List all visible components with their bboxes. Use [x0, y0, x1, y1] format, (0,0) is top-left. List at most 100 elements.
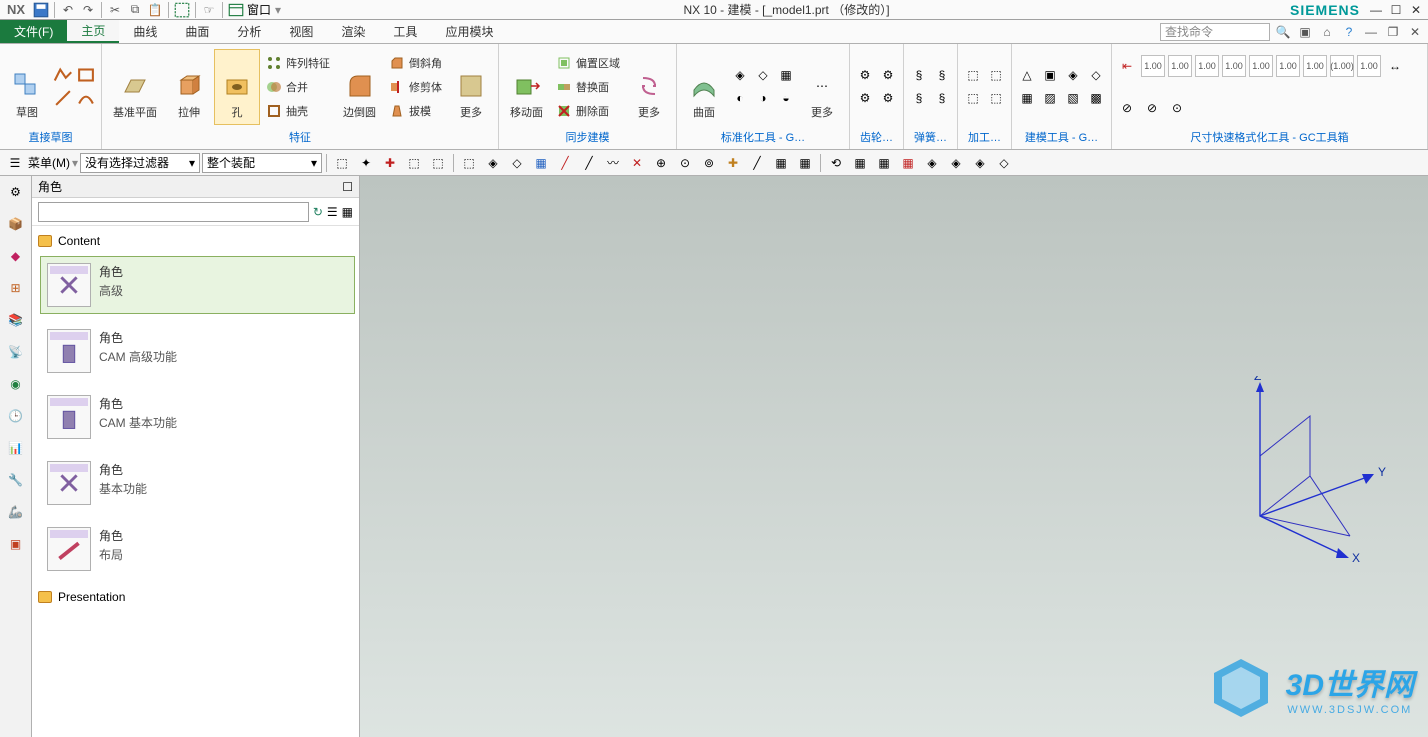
- surf-ico1[interactable]: ◈: [729, 64, 751, 86]
- touch-icon[interactable]: ☞: [200, 1, 218, 19]
- spring-ico4[interactable]: §: [931, 87, 953, 109]
- spring-ico2[interactable]: §: [931, 64, 953, 86]
- sync-more-button[interactable]: 更多: [626, 49, 672, 125]
- save-icon[interactable]: [32, 1, 50, 19]
- sel-ico3[interactable]: ✚: [379, 152, 401, 174]
- dim-val-2[interactable]: 1.00: [1168, 55, 1192, 77]
- line-icon[interactable]: [52, 87, 74, 109]
- filter-combo[interactable]: 没有选择过滤器▾: [80, 153, 200, 173]
- mt-ico3[interactable]: ◈: [1062, 64, 1084, 86]
- gear-ico4[interactable]: ⚙: [877, 87, 899, 109]
- gear-ico1[interactable]: ⚙: [854, 64, 876, 86]
- window-icon[interactable]: [227, 1, 245, 19]
- dim-ico5[interactable]: ⊙: [1166, 97, 1188, 119]
- role-item-layout[interactable]: 角色布局: [40, 520, 355, 578]
- tab-surface[interactable]: 曲面: [171, 20, 223, 43]
- history-icon[interactable]: 🕒: [4, 404, 28, 428]
- mdi-close-icon[interactable]: ✕: [1406, 23, 1424, 41]
- sel-ico6[interactable]: ⬚: [458, 152, 480, 174]
- edge-blend-button[interactable]: 边倒圆: [336, 49, 383, 125]
- help-icon[interactable]: ?: [1340, 23, 1358, 41]
- sel-ico19[interactable]: ▦: [770, 152, 792, 174]
- layout-icon[interactable]: ▣: [1296, 23, 1314, 41]
- sel-ico14[interactable]: ⊕: [650, 152, 672, 174]
- mt-ico7[interactable]: ▧: [1062, 87, 1084, 109]
- dim-val-7[interactable]: 1.00: [1303, 55, 1327, 77]
- tab-render[interactable]: 渲染: [327, 20, 379, 43]
- dim-val-8[interactable]: (1.00): [1330, 55, 1354, 77]
- dim-ico3[interactable]: ⊘: [1116, 97, 1138, 119]
- mdi-minimize-icon[interactable]: —: [1362, 23, 1380, 41]
- role-item-advanced[interactable]: 角色高级: [40, 256, 355, 314]
- role-item-basic[interactable]: 角色基本功能: [40, 454, 355, 512]
- view-ico2[interactable]: ▦: [849, 152, 871, 174]
- tab-home[interactable]: 主页: [67, 20, 119, 43]
- sel-ico15[interactable]: ⊙: [674, 152, 696, 174]
- layout-nav-icon[interactable]: ▣: [4, 532, 28, 556]
- cut-icon[interactable]: ✂: [106, 1, 124, 19]
- spring-ico1[interactable]: §: [908, 64, 930, 86]
- gear-icon[interactable]: ⚙: [4, 180, 28, 204]
- role-item-cam-advanced[interactable]: 角色CAM 高级功能: [40, 322, 355, 380]
- datum-plane-button[interactable]: 基准平面: [106, 49, 164, 125]
- combine-button[interactable]: 合并: [262, 76, 334, 98]
- redo-icon[interactable]: ↷: [79, 1, 97, 19]
- tab-tools[interactable]: 工具: [379, 20, 431, 43]
- sel-ico5[interactable]: ⬚: [427, 152, 449, 174]
- system-icon[interactable]: 🔧: [4, 468, 28, 492]
- menu-icon[interactable]: ☰: [4, 152, 26, 174]
- sel-ico11[interactable]: ╱: [578, 152, 600, 174]
- surf-ico4[interactable]: ◐: [729, 87, 751, 109]
- dim-val-3[interactable]: 1.00: [1195, 55, 1219, 77]
- dim-ico1[interactable]: ⇤: [1116, 55, 1138, 77]
- trim-body-button[interactable]: 修剪体: [385, 76, 446, 98]
- replace-face-button[interactable]: 替换面: [552, 76, 624, 98]
- graphics-viewport[interactable]: Z Y X 3D世界网 WWW.3DSJW.COM: [360, 176, 1428, 737]
- surf-ico6[interactable]: ◒: [775, 87, 797, 109]
- part-nav-icon[interactable]: 📦: [4, 212, 28, 236]
- sel-ico13[interactable]: ✕: [626, 152, 648, 174]
- surf-ico2[interactable]: ◇: [752, 64, 774, 86]
- pattern-button[interactable]: 阵列特征: [262, 52, 334, 74]
- gear-ico3[interactable]: ⚙: [854, 87, 876, 109]
- mt-ico1[interactable]: △: [1016, 64, 1038, 86]
- palette-icon[interactable]: 📊: [4, 436, 28, 460]
- surf-ico5[interactable]: ◑: [752, 87, 774, 109]
- sel-ico8[interactable]: ◇: [506, 152, 528, 174]
- undo-icon[interactable]: ↶: [59, 1, 77, 19]
- sel-ico17[interactable]: ✚: [722, 152, 744, 174]
- arc-icon[interactable]: [75, 87, 97, 109]
- grid-view-icon[interactable]: ▦: [342, 205, 353, 219]
- hole-button[interactable]: 孔: [214, 49, 260, 125]
- dim-val-9[interactable]: 1.00: [1357, 55, 1381, 77]
- dim-val-1[interactable]: 1.00: [1141, 55, 1165, 77]
- offset-region-button[interactable]: 偏置区域: [552, 52, 624, 74]
- gear-ico2[interactable]: ⚙: [877, 64, 899, 86]
- dim-ico4[interactable]: ⊘: [1141, 97, 1163, 119]
- roles-icon[interactable]: ◉: [4, 372, 28, 396]
- file-tab[interactable]: 文件(F): [0, 20, 67, 43]
- constraint-nav-icon[interactable]: ⊞: [4, 276, 28, 300]
- folder-content[interactable]: Content: [36, 230, 355, 252]
- refresh-icon[interactable]: ↻: [313, 205, 323, 219]
- list-view-icon[interactable]: ☰: [327, 205, 338, 219]
- mt-ico2[interactable]: ▣: [1039, 64, 1061, 86]
- tab-analysis[interactable]: 分析: [223, 20, 275, 43]
- view-ico3[interactable]: ▦: [873, 152, 895, 174]
- sel-ico20[interactable]: ▦: [794, 152, 816, 174]
- assembly-nav-icon[interactable]: ◆: [4, 244, 28, 268]
- dim-val-6[interactable]: 1.00: [1276, 55, 1300, 77]
- sel-ico10[interactable]: ╱: [554, 152, 576, 174]
- tab-view[interactable]: 视图: [275, 20, 327, 43]
- panel-close-icon[interactable]: ☐: [342, 180, 353, 194]
- shell-button[interactable]: 抽壳: [262, 100, 334, 122]
- view-ico8[interactable]: ◇: [993, 152, 1015, 174]
- reuse-lib-icon[interactable]: 📚: [4, 308, 28, 332]
- chamfer-button[interactable]: 倒斜角: [385, 52, 446, 74]
- surface-more-button[interactable]: ⋯更多: [799, 49, 845, 125]
- feature-more-button[interactable]: 更多: [448, 49, 494, 125]
- search-icon[interactable]: 🔍: [1274, 23, 1292, 41]
- mdi-restore-icon[interactable]: ❐: [1384, 23, 1402, 41]
- tab-application[interactable]: 应用模块: [431, 20, 507, 43]
- maximize-button[interactable]: ☐: [1388, 3, 1404, 17]
